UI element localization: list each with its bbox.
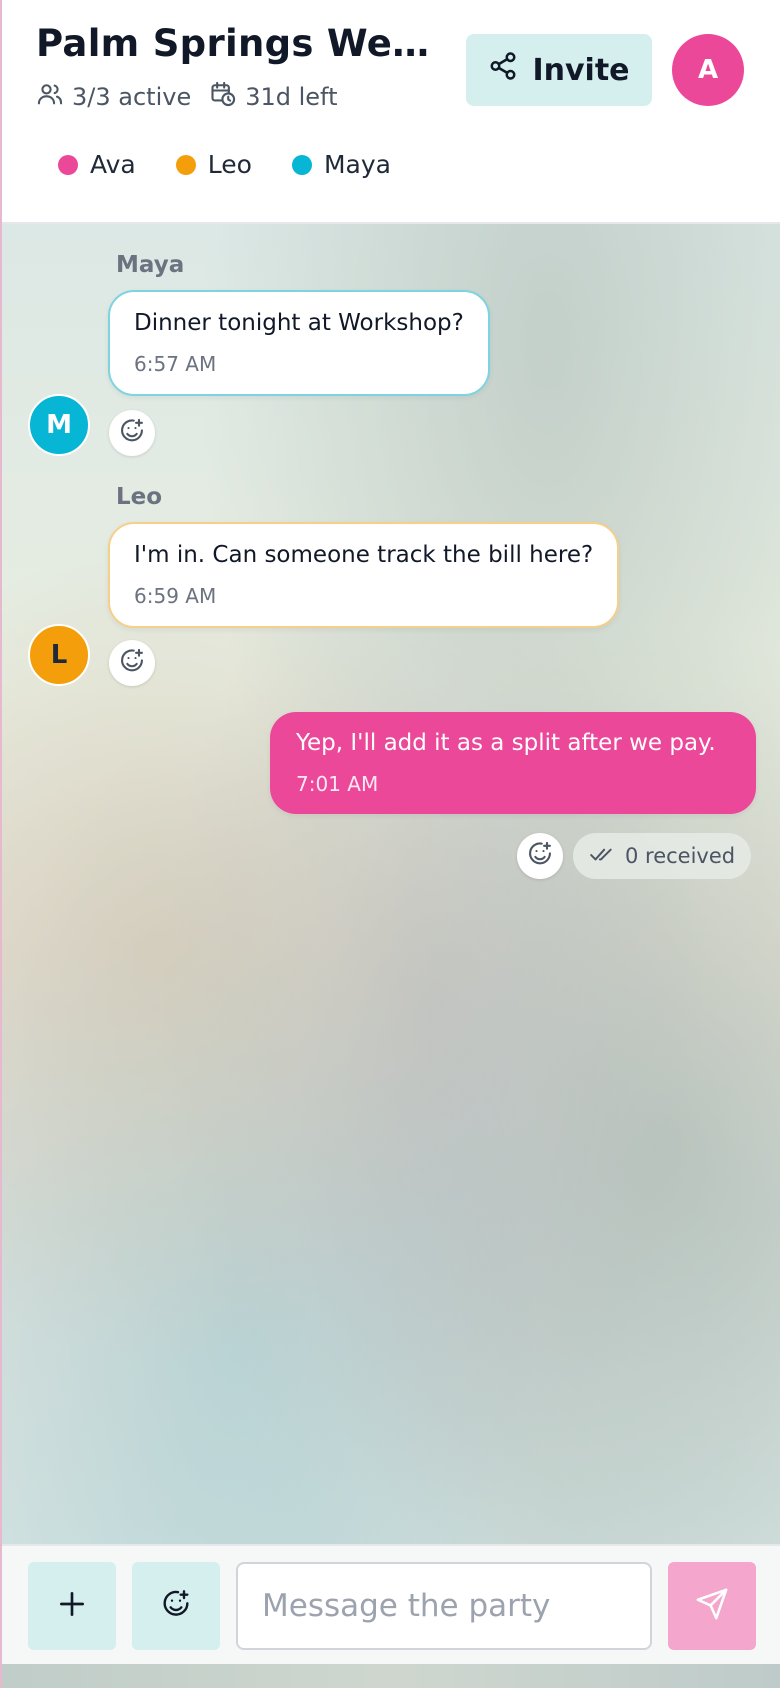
app: Palm Springs Weekend 3/3 active [0, 0, 780, 1688]
share-icon [488, 51, 518, 89]
party-meta: 3/3 active 31d left [36, 80, 337, 114]
sender-name: Leo [116, 484, 163, 510]
my-message-bubble: Yep, I'll add it as a split after we pay… [270, 712, 756, 814]
plus-icon [56, 1588, 88, 1624]
time-left: 31d left [245, 83, 338, 111]
member-name: Ava [90, 150, 136, 179]
calendar-clock-icon [209, 80, 237, 114]
member-maya: Maya [291, 150, 391, 179]
member-name: Maya [323, 150, 391, 179]
member-name: Leo [207, 150, 252, 179]
smile-plus-icon [526, 840, 554, 872]
message-time: 6:59 AM [134, 584, 217, 608]
message-text: I'm in. Can someone track the bill here? [134, 542, 594, 568]
my-avatar[interactable]: A [672, 34, 744, 106]
active-count: 3/3 active [72, 83, 192, 111]
message-text: Dinner tonight at Workshop? [134, 310, 464, 336]
avatar: M [28, 394, 90, 456]
add-reaction-button[interactable] [109, 640, 155, 686]
invite-label: Invite [532, 52, 630, 88]
member-status-dot [58, 154, 78, 175]
double-check-icon [589, 841, 615, 872]
smile-plus-icon [118, 647, 146, 679]
add-reaction-button[interactable] [109, 410, 155, 456]
member-status-dot [175, 154, 196, 175]
message-time: 7:01 AM [296, 772, 379, 796]
send-button[interactable] [668, 1562, 756, 1650]
member-leo: Leo [175, 150, 252, 179]
message-bubble: I'm in. Can someone track the bill here?… [108, 522, 620, 628]
smile-plus-icon [118, 417, 146, 449]
message-input[interactable] [236, 1562, 652, 1650]
read-receipt: 0 received [573, 833, 752, 879]
smile-plus-icon [160, 1588, 192, 1624]
avatar: L [28, 624, 90, 686]
message-composer [2, 1544, 780, 1664]
member-status-dot [291, 154, 312, 175]
invite-button[interactable]: Invite [466, 34, 652, 106]
member-ava: Ava [58, 150, 136, 179]
chat-header: Palm Springs Weekend 3/3 active [2, 0, 780, 224]
attach-button[interactable] [28, 1562, 116, 1650]
sender-name: Maya [116, 252, 185, 278]
time-left-meta: 31d left [209, 80, 337, 114]
message-text: Yep, I'll add it as a split after we pay… [296, 730, 716, 756]
message-bubble: Dinner tonight at Workshop? 6:57 AM [108, 290, 490, 396]
send-icon [695, 1587, 729, 1625]
add-reaction-button[interactable] [517, 833, 563, 879]
background-strip [2, 1664, 780, 1688]
message-time: 6:57 AM [134, 352, 217, 376]
emoji-button[interactable] [132, 1562, 220, 1650]
member-list: Ava Leo Maya [58, 150, 431, 179]
users-icon [36, 80, 64, 114]
active-members-meta: 3/3 active [36, 80, 191, 114]
party-title: Palm Springs Weekend [36, 22, 446, 65]
receipt-text: 0 received [625, 844, 736, 868]
